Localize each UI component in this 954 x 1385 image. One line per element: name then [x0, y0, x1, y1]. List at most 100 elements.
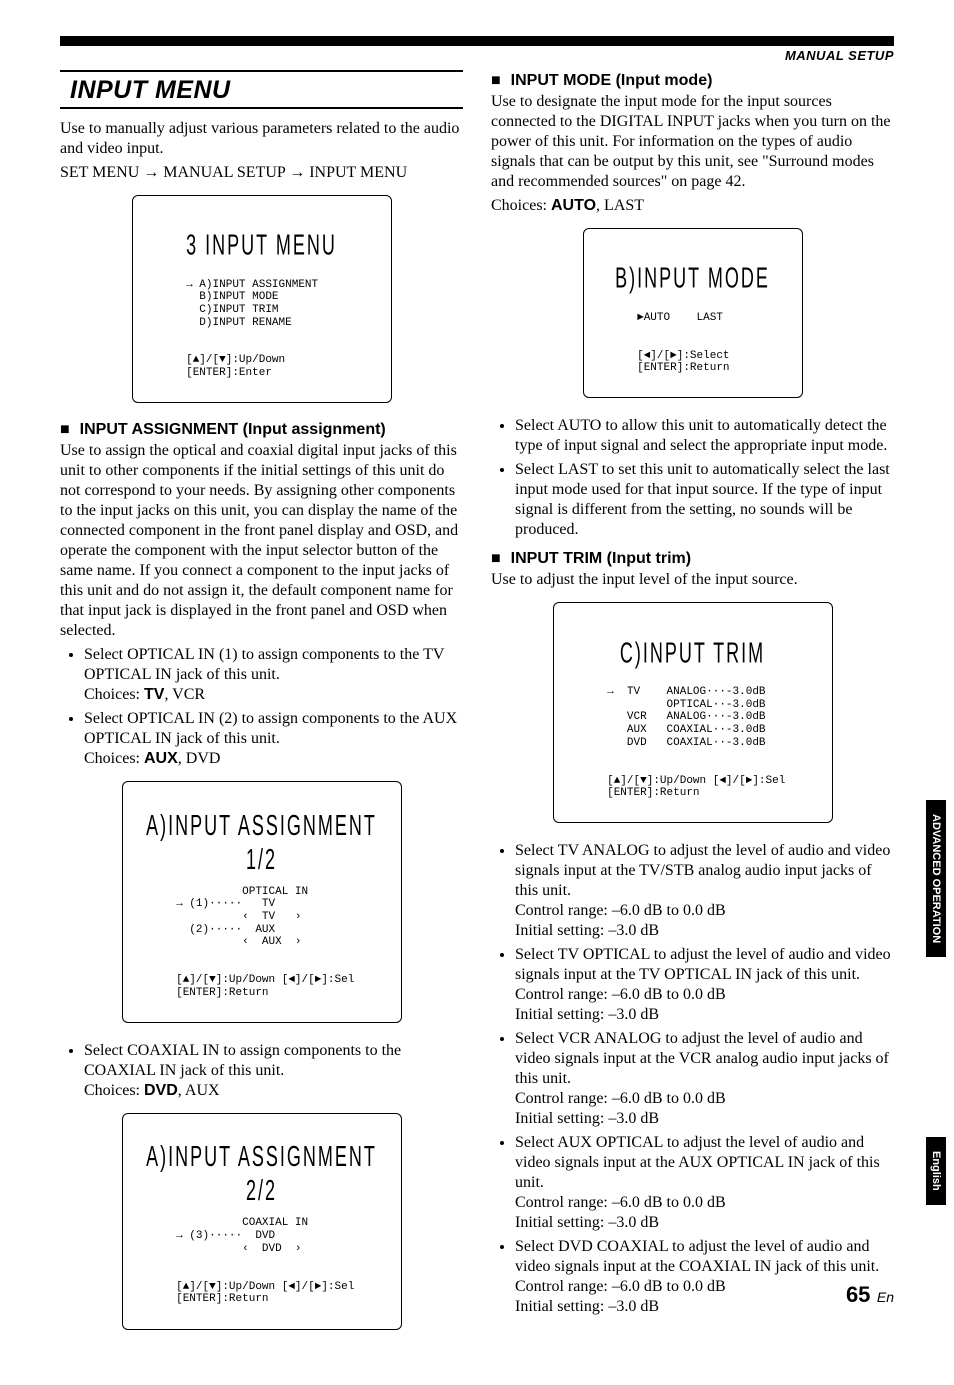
choice-bold: TV	[144, 686, 164, 703]
control-range: Control range: –6.0 dB to 0.0 dB	[515, 902, 726, 919]
osd-line: → A)INPUT ASSIGNMENT	[186, 279, 318, 291]
initial-setting: Initial setting: –3.0 dB	[515, 1298, 659, 1315]
intro-text: Use to manually adjust various parameter…	[60, 119, 463, 159]
osd-nav: [◄]/[►]:Select	[637, 350, 729, 362]
control-range: Control range: –6.0 dB to 0.0 dB	[515, 1090, 726, 1107]
list-text: Select DVD COAXIAL to adjust the level o…	[515, 1238, 879, 1275]
bullet-list: Select TV ANALOG to adjust the level of …	[491, 841, 894, 1317]
osd-line: B)INPUT MODE	[186, 291, 278, 303]
bullet-list: Select AUTO to allow this unit to automa…	[491, 416, 894, 540]
choice-bold: AUTO	[551, 197, 596, 214]
header-rule	[60, 36, 894, 46]
osd-nav: [▲]/[▼]:Up/Down [◄]/[►]:Sel	[176, 974, 354, 986]
osd-line: D)INPUT RENAME	[186, 317, 292, 329]
osd-nav: [ENTER]:Return	[176, 987, 268, 999]
choices-label: Choices:	[84, 1082, 144, 1099]
list-text: Select TV OPTICAL to adjust the level of…	[515, 946, 891, 983]
bullet-list: Select OPTICAL IN (1) to assign componen…	[60, 645, 463, 769]
initial-setting: Initial setting: –3.0 dB	[515, 1110, 659, 1127]
body-text: Use to adjust the input level of the inp…	[491, 570, 894, 590]
osd-line: ‹ DVD ›	[176, 1243, 301, 1255]
list-item: Select TV ANALOG to adjust the level of …	[515, 841, 894, 941]
osd-input-menu: 3 INPUT MENU → A)INPUT ASSIGNMENT B)INPU…	[132, 195, 392, 403]
side-tabs: ADVANCED OPERATION English	[926, 800, 954, 1385]
choice-rest: , DVD	[178, 750, 221, 767]
list-item: Select OPTICAL IN (2) to assign componen…	[84, 709, 463, 769]
tab-english: English	[926, 1137, 946, 1205]
control-range: Control range: –6.0 dB to 0.0 dB	[515, 986, 726, 1003]
osd-line: C)INPUT TRIM	[186, 304, 278, 316]
osd-nav: [ENTER]:Return	[176, 1293, 268, 1305]
osd-line: DVD COAXIAL··-3.0dB	[607, 737, 765, 749]
initial-setting: Initial setting: –3.0 dB	[515, 1214, 659, 1231]
osd-title: A)INPUT ASSIGNMENT 2/2	[137, 1135, 387, 1214]
body-text: Use to assign the optical and coaxial di…	[60, 441, 463, 641]
choice-rest: , LAST	[596, 197, 644, 214]
list-text: Select COAXIAL IN to assign components t…	[84, 1042, 401, 1079]
osd-title: B)INPUT MODE	[598, 256, 788, 302]
control-range: Control range: –6.0 dB to 0.0 dB	[515, 1194, 726, 1211]
section-title: INPUT MENU	[60, 70, 463, 109]
choice-bold: AUX	[144, 750, 178, 767]
list-text: Select OPTICAL IN (1) to assign componen…	[84, 646, 444, 683]
header-section-label: MANUAL SETUP	[785, 48, 894, 63]
right-column: INPUT MODE (Input mode) Use to designate…	[491, 70, 894, 1258]
page-number-value: 65	[846, 1282, 870, 1307]
osd-line: ‹ TV ›	[176, 911, 301, 923]
choices-label: Choices:	[84, 750, 144, 767]
list-item: Select OPTICAL IN (1) to assign componen…	[84, 645, 463, 705]
list-item: Select VCR ANALOG to adjust the level of…	[515, 1029, 894, 1129]
osd-title: A)INPUT ASSIGNMENT 1/2	[137, 803, 387, 882]
choices-label: Choices:	[84, 686, 144, 703]
osd-line: VCR ANALOG···-3.0dB	[607, 711, 765, 723]
list-item: Select AUX OPTICAL to adjust the level o…	[515, 1133, 894, 1233]
tab-advanced-operation: ADVANCED OPERATION	[926, 800, 946, 957]
initial-setting: Initial setting: –3.0 dB	[515, 1006, 659, 1023]
choices-line: Choices: AUTO, LAST	[491, 196, 894, 216]
osd-input-assignment-1: A)INPUT ASSIGNMENT 1/2 OPTICAL IN → (1)·…	[122, 781, 402, 1023]
section-title-text: INPUT MENU	[70, 76, 231, 104]
choice-rest: , VCR	[164, 686, 205, 703]
osd-nav: [▲]/[▼]:Up/Down [◄]/[►]:Sel	[607, 775, 785, 787]
choices-label: Choices:	[491, 197, 551, 214]
content-area: INPUT MENU Use to manually adjust variou…	[60, 70, 894, 1258]
osd-line: OPTICAL··-3.0dB	[607, 699, 765, 711]
osd-nav: [▲]/[▼]:Up/Down [◄]/[►]:Sel	[176, 1281, 354, 1293]
osd-line: OPTICAL IN	[176, 886, 308, 898]
osd-title: 3 INPUT MENU	[147, 223, 377, 269]
osd-nav: [ENTER]:Return	[637, 362, 729, 374]
initial-setting: Initial setting: –3.0 dB	[515, 922, 659, 939]
page-number: 65 En	[846, 1282, 894, 1308]
list-text: Select TV ANALOG to adjust the level of …	[515, 842, 890, 899]
list-item: Select AUTO to allow this unit to automa…	[515, 416, 894, 456]
osd-nav: [ENTER]:Return	[607, 787, 699, 799]
osd-nav: [▲]/[▼]:Up/Down	[186, 354, 285, 366]
heading-input-assignment: INPUT ASSIGNMENT (Input assignment)	[60, 421, 463, 439]
osd-input-trim: C)INPUT TRIM → TV ANALOG···-3.0dB OPTICA…	[553, 602, 833, 823]
list-text: Select VCR ANALOG to adjust the level of…	[515, 1030, 889, 1087]
list-item: Select TV OPTICAL to adjust the level of…	[515, 945, 894, 1025]
osd-line: → (1)····· TV	[176, 898, 275, 910]
heading-input-mode: INPUT MODE (Input mode)	[491, 72, 894, 90]
heading-input-trim: INPUT TRIM (Input trim)	[491, 550, 894, 568]
menu-path: SET MENU → MANUAL SETUP → INPUT MENU	[60, 163, 463, 183]
list-text: Select OPTICAL IN (2) to assign componen…	[84, 710, 457, 747]
osd-line: AUX COAXIAL··-3.0dB	[607, 724, 765, 736]
page-number-suffix: En	[877, 1289, 894, 1305]
osd-line: (2)····· AUX	[176, 924, 275, 936]
osd-line: → TV ANALOG···-3.0dB	[607, 686, 765, 698]
bullet-list: Select COAXIAL IN to assign components t…	[60, 1041, 463, 1101]
osd-line: ►AUTO LAST	[637, 312, 723, 324]
control-range: Control range: –6.0 dB to 0.0 dB	[515, 1278, 726, 1295]
list-item: Select DVD COAXIAL to adjust the level o…	[515, 1237, 894, 1317]
osd-input-mode: B)INPUT MODE ►AUTO LAST [◄]/[►]:Select […	[583, 228, 803, 398]
osd-input-assignment-2: A)INPUT ASSIGNMENT 2/2 COAXIAL IN → (3)·…	[122, 1113, 402, 1329]
osd-title: C)INPUT TRIM	[568, 630, 818, 676]
choice-rest: , AUX	[178, 1082, 220, 1099]
list-item: Select LAST to set this unit to automati…	[515, 460, 894, 540]
osd-line: ‹ AUX ›	[176, 936, 301, 948]
osd-nav: [ENTER]:Enter	[186, 367, 272, 379]
left-column: INPUT MENU Use to manually adjust variou…	[60, 70, 463, 1258]
list-text: Select AUX OPTICAL to adjust the level o…	[515, 1134, 880, 1191]
body-text: Use to designate the input mode for the …	[491, 92, 894, 192]
